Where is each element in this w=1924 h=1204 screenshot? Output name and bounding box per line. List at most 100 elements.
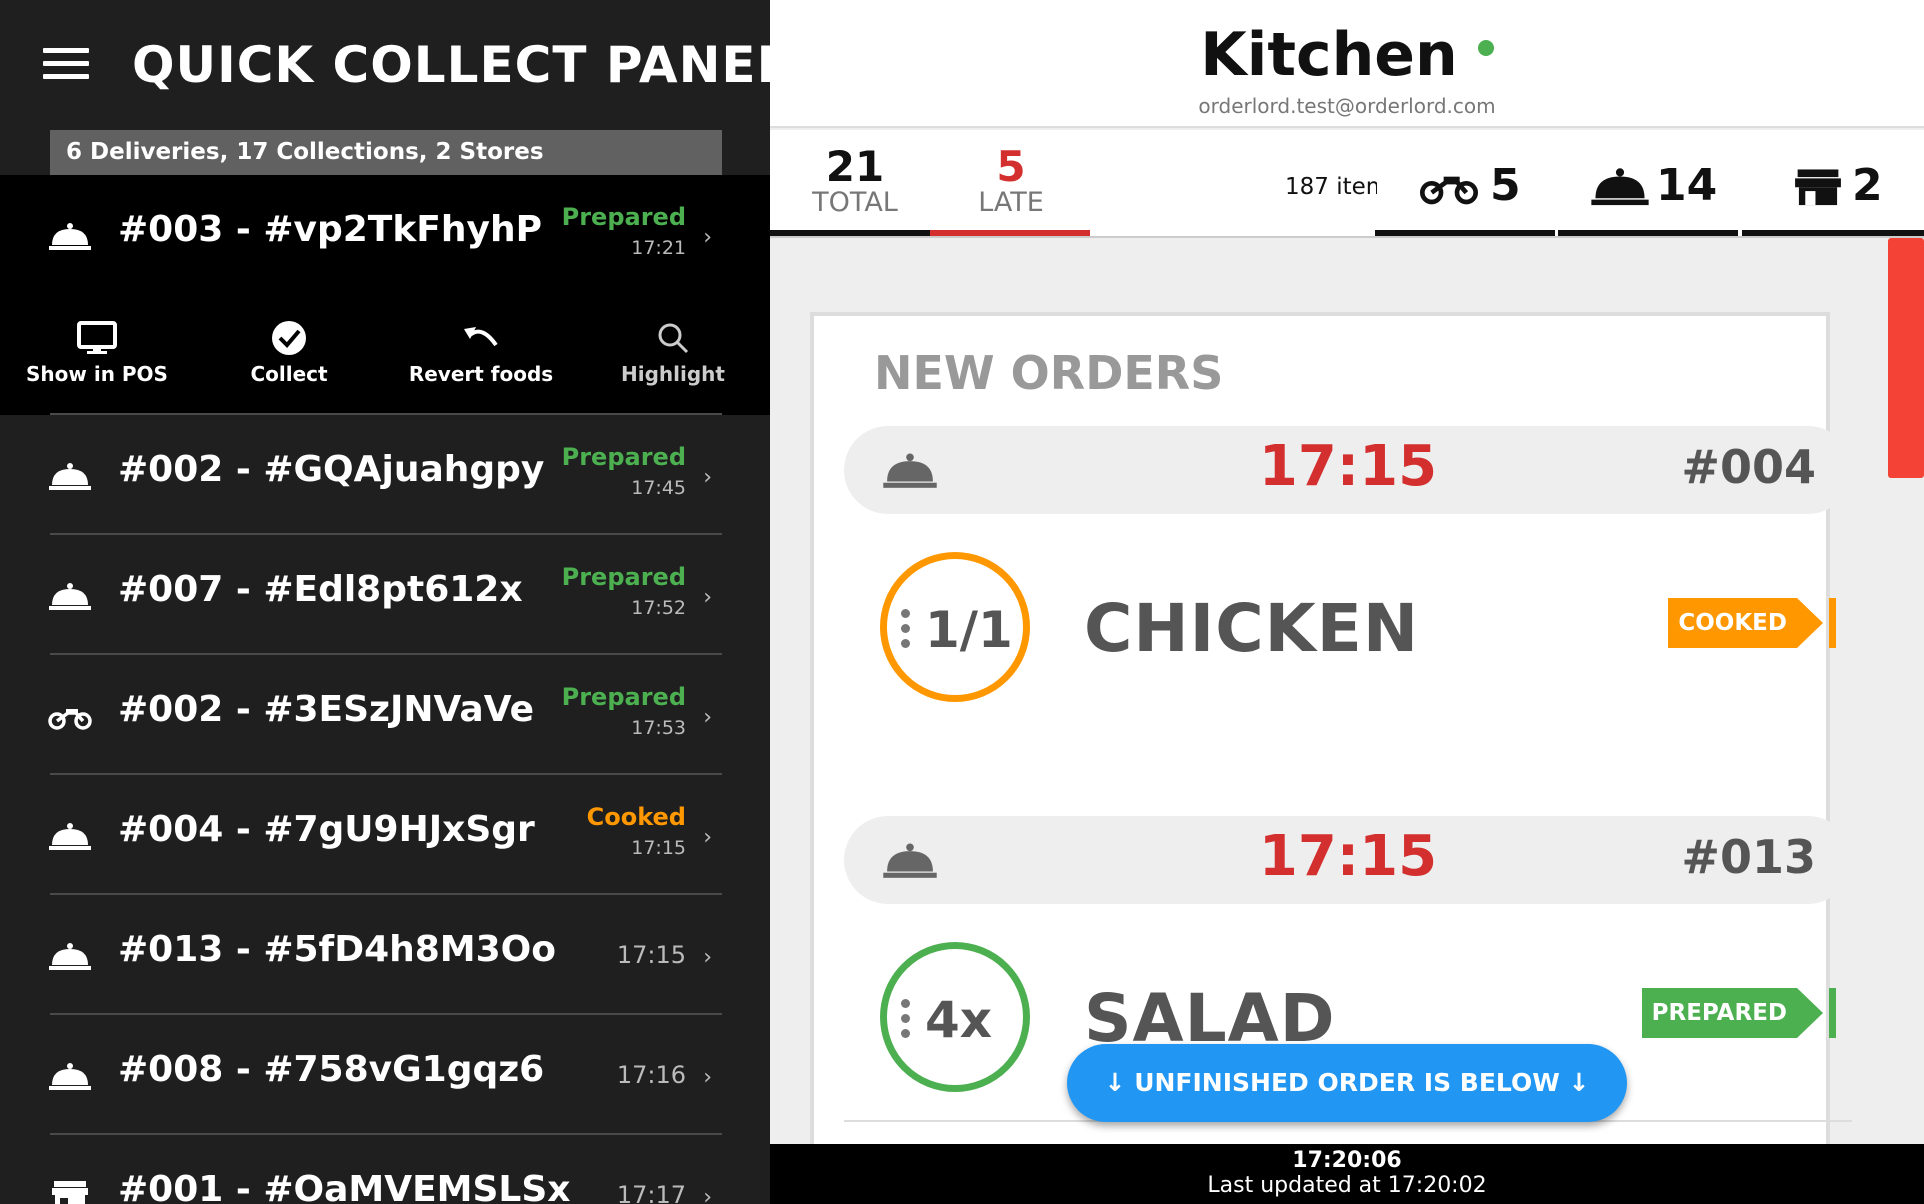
store-icon (52, 1181, 88, 1204)
order-row[interactable]: #002 - #3ESzJNVaVe Prepared 17:53 › (0, 655, 770, 775)
account-email: orderlord.test@orderlord.com (1198, 94, 1496, 118)
order-group-header[interactable]: 17:15 #004 (844, 426, 1852, 514)
kitchen-panel: Kitchen orderlord.test@orderlord.com 21 … (770, 0, 1924, 1204)
quantity-text: 4x (925, 991, 993, 1049)
tab-underline (770, 230, 930, 236)
drag-handle-icon[interactable] (901, 999, 911, 1044)
order-status: Prepared (561, 443, 686, 471)
order-status: Prepared (561, 683, 686, 711)
quantity-text: 1/1 (925, 601, 1013, 659)
order-title: #013 - #5fD4h8M3Oo (118, 929, 557, 970)
order-time: 17:53 (631, 717, 686, 739)
unfinished-order-button[interactable]: ↓ UNFINISHED ORDER IS BELOW ↓ (1067, 1044, 1627, 1122)
tab-underline (1742, 230, 1924, 236)
order-time: 17:15 (631, 837, 686, 859)
revert-foods-button[interactable]: Revert foods (386, 320, 576, 386)
late-count: 5 (996, 142, 1026, 191)
order-title: #007 - #Edl8pt612x (118, 569, 523, 610)
tag-bar (1829, 598, 1836, 648)
highlight-label: Highlight (621, 362, 725, 386)
quantity-ring: 4x (880, 942, 1030, 1092)
drag-handle-icon[interactable] (901, 609, 911, 654)
late-label: LATE (978, 187, 1044, 218)
order-number: #004 (1681, 440, 1816, 494)
tab-underline (1375, 230, 1555, 236)
cloche-icon (49, 1063, 91, 1090)
order-group-header[interactable]: 17:15 #013 (844, 816, 1852, 904)
collections-filter[interactable]: 14 (1590, 160, 1717, 211)
order-title: #008 - #758vG1gqz6 (118, 1049, 545, 1090)
stores-filter[interactable]: 2 (1790, 160, 1883, 211)
show-in-pos-label: Show in POS (26, 362, 168, 386)
chevron-right-icon: › (703, 585, 712, 610)
highlight-button[interactable]: Highlight (578, 320, 768, 386)
check-circle-icon (272, 321, 306, 355)
order-title: #003 - #vp2TkFhyhP (118, 209, 542, 250)
order-row[interactable]: #013 - #5fD4h8M3Oo 17:15 › (0, 895, 770, 1015)
order-row[interactable]: #002 - #GQAjuahgpy Prepared 17:45 › (0, 415, 770, 535)
kitchen-header: Kitchen orderlord.test@orderlord.com (770, 0, 1924, 128)
scrollbar[interactable] (1888, 238, 1924, 478)
chevron-right-icon: › (703, 1065, 712, 1090)
quick-collect-panel: QUICK COLLECT PANEL 6 Deliveries, 17 Col… (0, 0, 770, 1204)
chevron-right-icon: › (703, 1185, 712, 1204)
deliveries-filter[interactable]: 5 (1414, 160, 1521, 211)
order-time: 17:45 (631, 477, 686, 499)
food-name: CHICKEN (1084, 590, 1420, 667)
cloche-icon (49, 223, 91, 250)
status-tag-label: COOKED (1668, 598, 1797, 648)
order-status: Prepared (561, 203, 686, 231)
panel-header: QUICK COLLECT PANEL (0, 0, 770, 128)
deliveries-count: 5 (1490, 160, 1521, 211)
order-row[interactable]: #001 - #OaMVEMSLSx 17:17 › (0, 1135, 770, 1204)
last-updated: Last updated at 17:20:02 (1207, 1173, 1487, 1198)
cloche-icon (49, 583, 91, 610)
new-orders-header: NEW ORDERS (874, 346, 1224, 400)
items-count: 187 items (1285, 174, 1377, 200)
cloche-icon (49, 943, 91, 970)
online-status-dot (1477, 40, 1494, 57)
cloche-icon (1591, 167, 1649, 205)
order-time: 17:52 (631, 597, 686, 619)
order-title: #002 - #3ESzJNVaVe (118, 689, 535, 730)
revert-foods-label: Revert foods (408, 362, 554, 386)
total-count: 21 (825, 142, 885, 191)
order-row[interactable]: #007 - #Edl8pt612x Prepared 17:52 › (0, 535, 770, 655)
cloche-icon (49, 823, 91, 850)
order-row[interactable]: #004 - #7gU9HJxSgr Cooked 17:15 › (0, 775, 770, 895)
tab-underline (1558, 230, 1738, 236)
orders-card: NEW ORDERS 17:15 #004 1/1 CHICKEN COOKED… (810, 312, 1852, 1172)
tab-underline-active (930, 230, 1090, 236)
chevron-right-icon: › (703, 465, 712, 490)
orders-summary: 6 Deliveries, 17 Collections, 2 Stores (50, 130, 722, 175)
monitor-icon (77, 321, 117, 354)
order-time: 17:17 (616, 1181, 686, 1204)
store-icon (1795, 168, 1841, 205)
kitchen-title: Kitchen (770, 20, 1924, 90)
food-item[interactable]: 1/1 CHICKEN COOKED (844, 552, 1852, 712)
order-title: #002 - #GQAjuahgpy (118, 449, 545, 490)
order-row[interactable]: #008 - #758vG1gqz6 17:16 › (0, 1015, 770, 1135)
collect-button[interactable]: Collect (194, 320, 384, 386)
chevron-right-icon: › (703, 705, 712, 730)
order-number: #013 (1681, 830, 1816, 884)
quantity-ring: 1/1 (880, 552, 1030, 702)
order-title: #004 - #7gU9HJxSgr (118, 809, 535, 850)
undo-icon (464, 327, 498, 347)
collections-count: 14 (1656, 160, 1718, 211)
hamburger-menu-icon[interactable] (43, 48, 89, 82)
late-tab[interactable]: 5 LATE (931, 142, 1091, 218)
status-tag-label: PREPARED (1641, 988, 1797, 1038)
cloche-icon (49, 463, 91, 490)
order-row[interactable]: #003 - #vp2TkFhyhP Prepared 17:21 › (0, 175, 770, 295)
order-title: #001 - #OaMVEMSLSx (118, 1169, 571, 1204)
total-tab[interactable]: 21 TOTAL (775, 142, 935, 218)
order-time: 17:15 (616, 941, 686, 969)
order-time: 17:21 (631, 237, 686, 259)
show-in-pos-button[interactable]: Show in POS (2, 320, 192, 386)
chevron-right-icon: › (703, 225, 712, 250)
order-time: 17:16 (616, 1061, 686, 1089)
status-tag[interactable]: COOKED (1668, 598, 1836, 648)
status-tag[interactable]: PREPARED (1641, 988, 1836, 1038)
search-icon (658, 323, 689, 354)
